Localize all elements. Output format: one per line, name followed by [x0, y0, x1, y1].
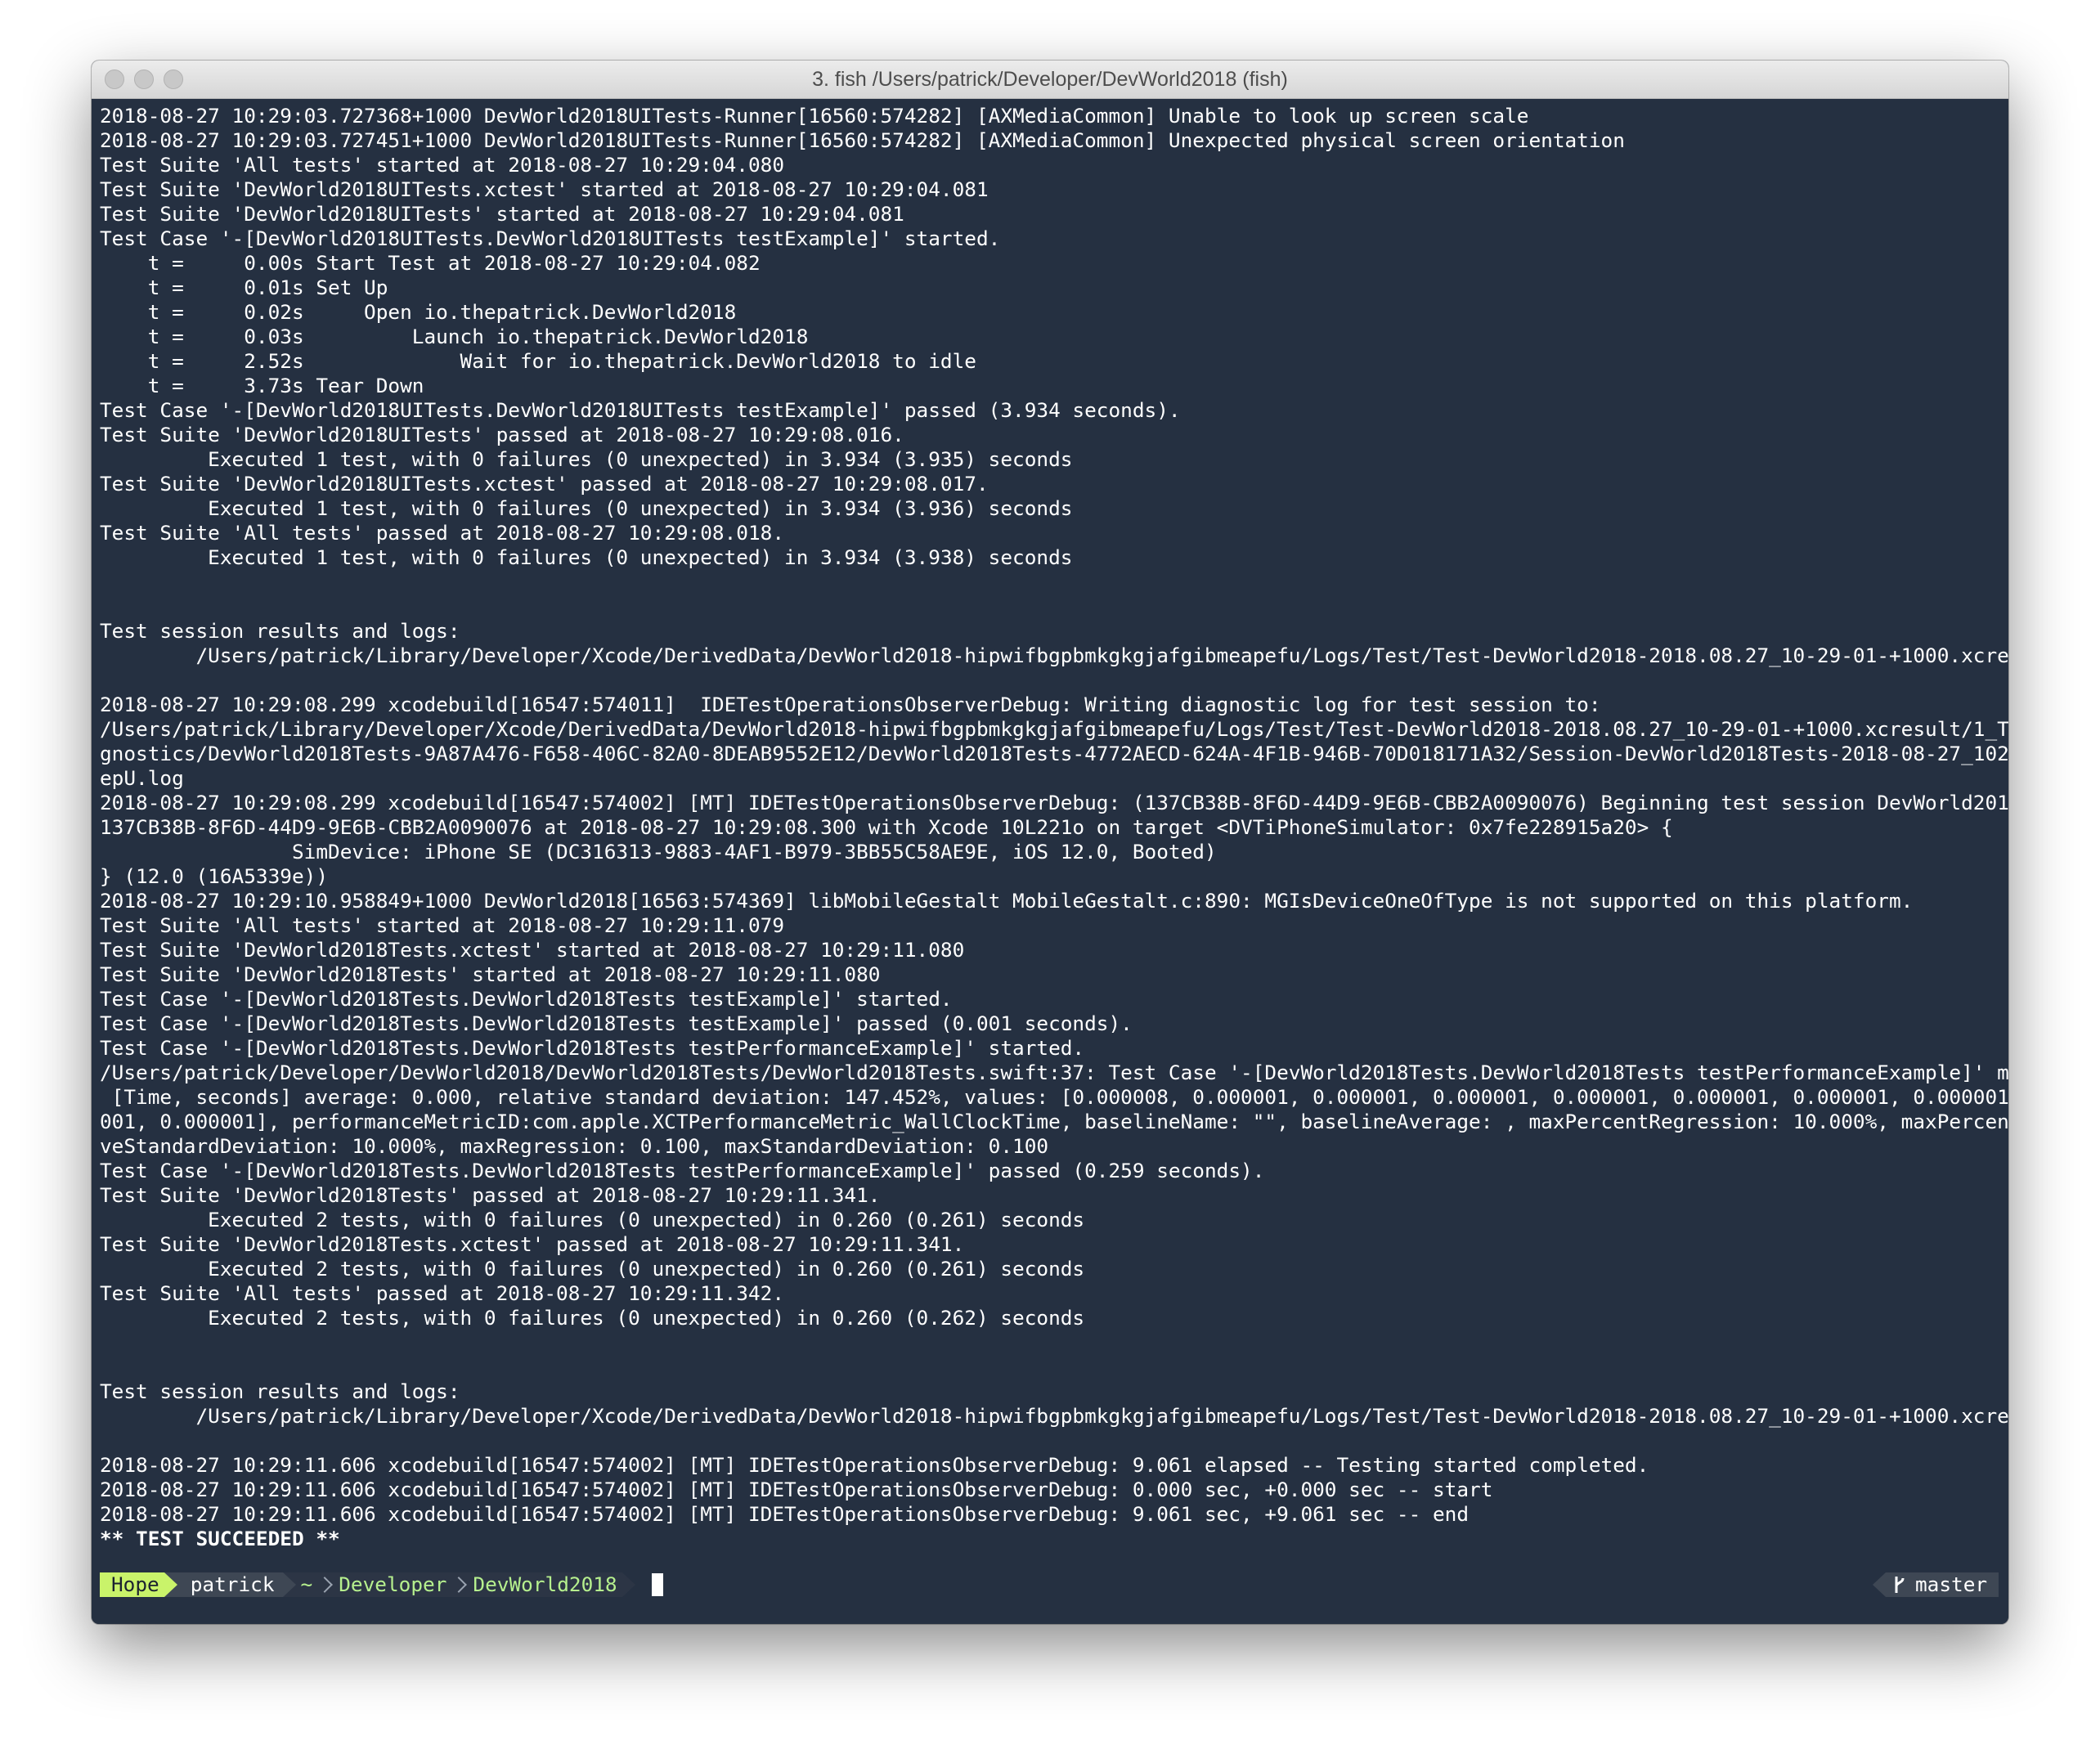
title-bar: 3. fish /Users/patrick/Developer/DevWorl…	[92, 61, 2008, 99]
terminal-line: Test Case '-[DevWorld2018Tests.DevWorld2…	[100, 1159, 1265, 1182]
terminal-line: Executed 2 tests, with 0 failures (0 une…	[100, 1208, 1085, 1231]
text-cursor[interactable]	[651, 1573, 663, 1596]
prompt-separator-icon	[164, 1572, 177, 1597]
terminal-line: 137CB38B-8F6D-44D9-9E6B-CBB2A0090076 at …	[100, 815, 1673, 839]
terminal-line: gnostics/DevWorld2018Tests-9A87A476-F658…	[100, 742, 2008, 765]
terminal-line: Executed 1 test, with 0 failures (0 unex…	[100, 496, 1073, 520]
terminal-line: 2018-08-27 10:29:11.606 xcodebuild[16547…	[100, 1453, 1649, 1477]
terminal-line: Executed 2 tests, with 0 failures (0 une…	[100, 1257, 1085, 1281]
terminal-line: /Users/patrick/Library/Developer/Xcode/D…	[100, 717, 2008, 741]
prompt-host: Hope	[100, 1572, 164, 1597]
terminal-line: Test Suite 'DevWorld2018Tests' passed at…	[100, 1183, 881, 1207]
terminal-line: Test Suite 'All tests' started at 2018-0…	[100, 153, 785, 177]
terminal-line: 2018-08-27 10:29:11.606 xcodebuild[16547…	[100, 1478, 1493, 1501]
git-status: master	[1873, 1572, 1999, 1597]
terminal-line: Executed 1 test, with 0 failures (0 unex…	[100, 545, 1073, 569]
terminal-line: SimDevice: iPhone SE (DC316313-9883-4AF1…	[100, 840, 1217, 864]
terminal-line: t = 0.03s Launch io.thepatrick.DevWorld2…	[100, 325, 809, 348]
terminal-line: Test Suite 'All tests' started at 2018-0…	[100, 913, 785, 937]
terminal-line: t = 0.02s Open io.thepatrick.DevWorld201…	[100, 300, 737, 324]
terminal-line: Test Suite 'All tests' passed at 2018-08…	[100, 521, 785, 545]
git-branch-segment: master	[1886, 1572, 1999, 1597]
terminal-line: Test Case '-[DevWorld2018Tests.DevWorld2…	[100, 1012, 1133, 1035]
terminal-line: Test Suite 'All tests' passed at 2018-08…	[100, 1281, 785, 1305]
terminal-line: 001, 0.000001], performanceMetricID:com.…	[100, 1110, 2008, 1133]
terminal-line: Test Suite 'DevWorld2018Tests.xctest' pa…	[100, 1232, 965, 1256]
terminal-line: Test Suite 'DevWorld2018Tests' started a…	[100, 962, 881, 986]
terminal-line: Test Suite 'DevWorld2018UITests.xctest' …	[100, 472, 989, 496]
prompt-path-project: DevWorld2018	[468, 1572, 622, 1597]
terminal-line: /Users/patrick/Developer/DevWorld2018/De…	[100, 1061, 2008, 1084]
terminal-line: t = 0.01s Set Up	[100, 276, 388, 299]
git-branch-icon	[1895, 1577, 1905, 1593]
shell-prompt: Hope patrick ~ Developer DevWorld2018	[100, 1572, 663, 1597]
terminal-line: epU.log	[100, 766, 184, 790]
prompt-path-home: ~	[295, 1572, 318, 1597]
terminal-line: Test Suite 'DevWorld2018UITests' passed …	[100, 423, 904, 446]
prompt-separator-icon	[282, 1572, 296, 1597]
terminal-line: } (12.0 (16A5339e))	[100, 864, 329, 888]
path-chevron-icon	[317, 1572, 334, 1597]
terminal-line: Executed 2 tests, with 0 failures (0 une…	[100, 1306, 1085, 1330]
terminal-line: Test Case '-[DevWorld2018UITests.DevWorl…	[100, 227, 1001, 250]
prompt-user: patrick	[177, 1572, 283, 1597]
terminal-line: Test Case '-[DevWorld2018Tests.DevWorld2…	[100, 987, 953, 1011]
terminal-window: 3. fish /Users/patrick/Developer/DevWorl…	[92, 61, 2008, 1624]
window-title: 3. fish /Users/patrick/Developer/DevWorl…	[812, 68, 1288, 91]
terminal-line: Test Case '-[DevWorld2018Tests.DevWorld2…	[100, 1036, 1085, 1060]
terminal-line: t = 2.52s Wait for io.thepatrick.DevWorl…	[100, 349, 976, 373]
terminal-line: ** TEST SUCCEEDED **	[100, 1527, 340, 1550]
terminal-line: /Users/patrick/Library/Developer/Xcode/D…	[100, 644, 2008, 667]
terminal-line: Test Suite 'DevWorld2018UITests.xctest' …	[100, 177, 989, 201]
terminal-line: 2018-08-27 10:29:10.958849+1000 DevWorld…	[100, 889, 1914, 913]
git-branch-name: master	[1915, 1572, 1988, 1596]
terminal-line: Test Case '-[DevWorld2018UITests.DevWorl…	[100, 398, 1181, 422]
terminal-line: 2018-08-27 10:29:03.727368+1000 DevWorld…	[100, 104, 1529, 128]
terminal-line: 2018-08-27 10:29:08.299 xcodebuild[16547…	[100, 791, 2008, 814]
terminal-line: veStandardDeviation: 10.000%, maxRegress…	[100, 1134, 1049, 1158]
path-chevron-icon	[451, 1572, 469, 1597]
terminal-line: /Users/patrick/Library/Developer/Xcode/D…	[100, 1404, 2008, 1428]
terminal-line: t = 3.73s Tear Down	[100, 374, 424, 397]
terminal-line: Executed 1 test, with 0 failures (0 unex…	[100, 447, 1073, 471]
terminal-line: t = 0.00s Start Test at 2018-08-27 10:29…	[100, 251, 761, 275]
prompt-path-developer: Developer	[334, 1572, 452, 1597]
terminal-line: Test session results and logs:	[100, 619, 460, 643]
terminal-line: 2018-08-27 10:29:03.727451+1000 DevWorld…	[100, 128, 1625, 152]
terminal-line: 2018-08-27 10:29:11.606 xcodebuild[16547…	[100, 1502, 1470, 1526]
prompt-separator-icon	[1873, 1572, 1886, 1597]
terminal-line: [Time, seconds] average: 0.000, relative…	[100, 1085, 2008, 1109]
terminal-line: Test Suite 'DevWorld2018UITests' started…	[100, 202, 904, 226]
terminal-line: 2018-08-27 10:29:08.299 xcodebuild[16547…	[100, 693, 1601, 716]
terminal-content[interactable]: 2018-08-27 10:29:03.727368+1000 DevWorld…	[92, 99, 2008, 1624]
terminal-output: 2018-08-27 10:29:03.727368+1000 DevWorld…	[100, 104, 2008, 1551]
prompt-separator-icon	[621, 1572, 635, 1597]
terminal-line: Test Suite 'DevWorld2018Tests.xctest' st…	[100, 938, 965, 962]
terminal-line: Test session results and logs:	[100, 1379, 460, 1403]
